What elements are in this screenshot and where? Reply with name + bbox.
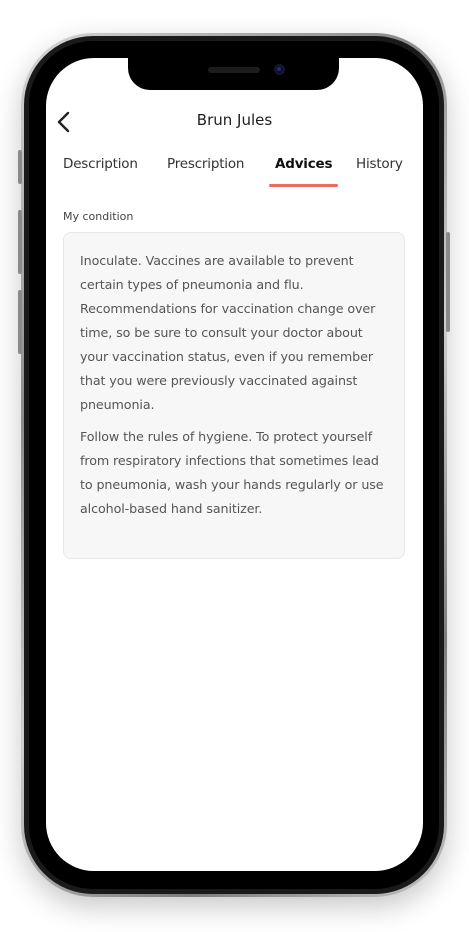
volume-up-button xyxy=(18,210,22,274)
advice-card: Inoculate. Vaccines are available to pre… xyxy=(63,232,405,559)
notch xyxy=(128,58,339,90)
tab-bar: Description Prescription Advices History xyxy=(46,156,423,196)
app-stage: Brun Jules Description Prescription Advi… xyxy=(0,0,469,932)
tab-history[interactable]: History xyxy=(356,156,403,172)
tab-advices[interactable]: Advices xyxy=(275,156,333,172)
section-label: My condition xyxy=(63,210,134,223)
advice-paragraph: Follow the rules of hygiene. To protect … xyxy=(80,429,384,516)
speaker-grille xyxy=(208,67,260,73)
tab-prescription[interactable]: Prescription xyxy=(167,156,244,172)
volume-down-button xyxy=(18,290,22,354)
phone-screen: Brun Jules Description Prescription Advi… xyxy=(46,58,423,871)
power-button xyxy=(446,232,450,332)
mute-switch xyxy=(18,150,22,184)
front-camera-icon xyxy=(274,64,285,75)
tab-description[interactable]: Description xyxy=(63,156,138,172)
advice-paragraph: Inoculate. Vaccines are available to pre… xyxy=(80,253,376,412)
active-tab-indicator xyxy=(269,184,338,187)
page-title: Brun Jules xyxy=(196,111,273,129)
